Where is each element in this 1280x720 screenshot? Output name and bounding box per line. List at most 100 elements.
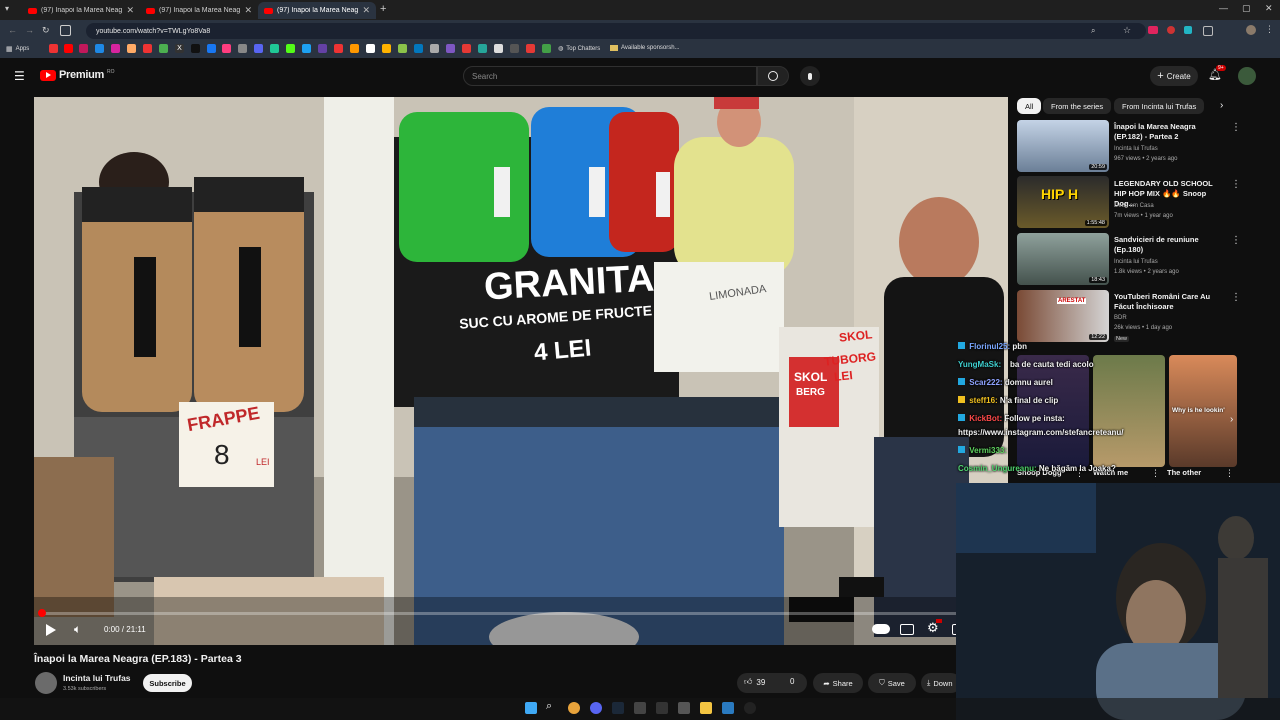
rec-thumbnail[interactable]: 20:59 [1017,120,1109,172]
create-button[interactable]: + Create [1150,66,1198,86]
bookmark-icon[interactable] [238,44,247,53]
profile-avatar[interactable] [1246,25,1256,35]
dislike-button[interactable]: 0 [790,677,794,686]
bookmark-icon[interactable] [414,44,423,53]
share-button[interactable]: ➦ Share [813,673,863,693]
maximize-icon[interactable]: ▢ [1242,3,1251,14]
rec-title[interactable]: Înapoi la Marea Neagra (EP.182) - Partea… [1114,122,1226,142]
rec-title[interactable]: YouTuberi Români Care Au Făcut Închisoar… [1114,292,1226,312]
short-thumbnail[interactable] [1017,355,1089,467]
bookmark-icon[interactable] [254,44,263,53]
subtitles-icon[interactable] [900,624,914,635]
split-view-icon[interactable] [60,25,71,36]
chevron-right-icon[interactable]: › [1220,100,1223,111]
bookmark-icon[interactable] [270,44,279,53]
channel-avatar[interactable] [35,672,57,694]
bookmark-icon[interactable] [95,44,104,53]
progress-bar[interactable] [42,612,1000,615]
bookmark-icon[interactable] [111,44,120,53]
rec-channel[interactable]: Deus em Casa [1114,202,1154,210]
close-icon[interactable]: ✕ [126,5,134,16]
bookmark-icon[interactable] [542,44,551,53]
bookmark-icon[interactable] [143,44,152,53]
bookmark-icon[interactable] [79,44,88,53]
zoom-icon[interactable]: ⌕ [1091,26,1095,36]
bookmark-icon[interactable] [159,44,168,53]
more-options-icon[interactable]: ⋮ [1231,122,1241,133]
rec-channel[interactable]: Incinta lui Trufas [1114,258,1158,266]
windows-start-icon[interactable] [525,702,537,714]
bookmark-icon[interactable] [430,44,439,53]
bookmark-icon[interactable] [334,44,343,53]
taskbar-search-icon[interactable]: ⌕ [546,700,552,713]
steam-icon[interactable] [612,702,624,714]
bookmark-icon[interactable] [510,44,519,53]
browser-tab[interactable]: (97) Înapoi la Marea Neagra (E... ✕ [140,2,258,19]
search-input[interactable]: Search [463,66,757,86]
tab-search-icon[interactable]: ▾ [5,4,9,13]
bookmark-icon[interactable] [302,44,311,53]
forward-icon[interactable]: → [25,25,34,35]
channel-name[interactable]: Incinta lui Trufas [63,673,131,683]
url-field[interactable]: youtube.com/watch?v=TWLgYo8Va8 [86,23,1146,39]
bookmark-icon[interactable] [462,44,471,53]
bookmark-icon[interactable] [49,44,58,53]
bookmark-icon[interactable] [222,44,231,53]
kick-icon[interactable] [286,44,295,53]
reload-icon[interactable]: ↻ [42,25,50,36]
obs-icon[interactable] [744,702,756,714]
browser-tab[interactable]: (97) Înapoi la Marea Neagra (E... ✕ [22,2,140,19]
account-avatar[interactable] [1238,67,1256,85]
taskbar-app-icon[interactable] [678,702,690,714]
video-player[interactable]: GRANITA SUC CU AROME DE FRUCTE 4 LEI FRA… [34,97,1008,645]
bookmark-icon[interactable] [350,44,359,53]
extensions-puzzle-icon[interactable] [1203,26,1213,36]
extension-icon[interactable] [1148,26,1158,34]
tiktok-icon[interactable] [191,44,200,53]
extension-icon[interactable] [1167,26,1175,34]
youtube-premium-logo[interactable]: Premium RO [40,69,114,81]
subscribe-button[interactable]: Subscribe [143,674,192,692]
chip-all[interactable]: All [1017,98,1042,114]
chip-from-channel[interactable]: From Incinta lui Trufas [1114,98,1205,114]
twitch-icon[interactable] [318,44,327,53]
more-options-icon[interactable]: ⋮ [1151,468,1160,479]
more-options-icon[interactable]: ⋮ [1231,179,1241,190]
rec-thumbnail[interactable]: ARESTAT 12:22 [1017,290,1109,342]
like-button[interactable]: 👍︎ 39 [744,677,765,687]
bookmark-icon[interactable] [526,44,535,53]
more-options-icon[interactable]: ⋮ [1225,468,1234,479]
close-icon[interactable]: ✕ [362,5,370,16]
rec-channel[interactable]: Incinta lui Trufas [1114,145,1158,153]
chat-link[interactable]: https://www.instagram.com/stefancreteanu… [958,428,1124,437]
rec-channel[interactable]: BDR [1114,314,1127,322]
play-button[interactable] [46,624,56,636]
bookmark-icon[interactable] [127,44,136,53]
bookmark-icon[interactable] [398,44,407,53]
volume-icon[interactable]: 🔈︎ [74,622,81,637]
short-title[interactable]: The other [1167,468,1201,477]
hamburger-menu-icon[interactable]: ☰ [14,69,25,83]
discord-icon[interactable] [590,702,602,714]
search-button[interactable] [757,66,789,86]
bookmark-icon[interactable] [478,44,487,53]
download-button[interactable]: ⤓ Down [921,673,961,693]
save-button[interactable]: ⛉ Save [868,673,916,693]
rec-thumbnail[interactable]: 18:43 [1017,233,1109,285]
chip-from-series[interactable]: From the series [1043,98,1112,114]
chrome-icon[interactable] [568,702,580,714]
bookmark-icon[interactable] [382,44,391,53]
bookmark-apps[interactable]: ▦ Apps [6,45,29,53]
bookmark-available[interactable]: Available sponsorsh... [610,45,680,51]
progress-scrubber[interactable] [38,609,46,617]
rec-title[interactable]: Sandvicieri de reuniune (Ep.180) [1114,235,1226,255]
bookmark-top-chatters[interactable]: ◍ Top Chatters [558,45,600,53]
taskbar-app-icon[interactable] [656,702,668,714]
menu-kebab-icon[interactable]: ⋮ [1265,24,1274,35]
minimize-icon[interactable]: — [1219,3,1228,13]
autoplay-toggle[interactable] [872,624,890,634]
taskbar-app-icon[interactable] [634,702,646,714]
bookmark-icon[interactable] [64,44,73,53]
back-icon[interactable]: ← [8,25,17,35]
more-options-icon[interactable]: ⋮ [1231,235,1241,246]
